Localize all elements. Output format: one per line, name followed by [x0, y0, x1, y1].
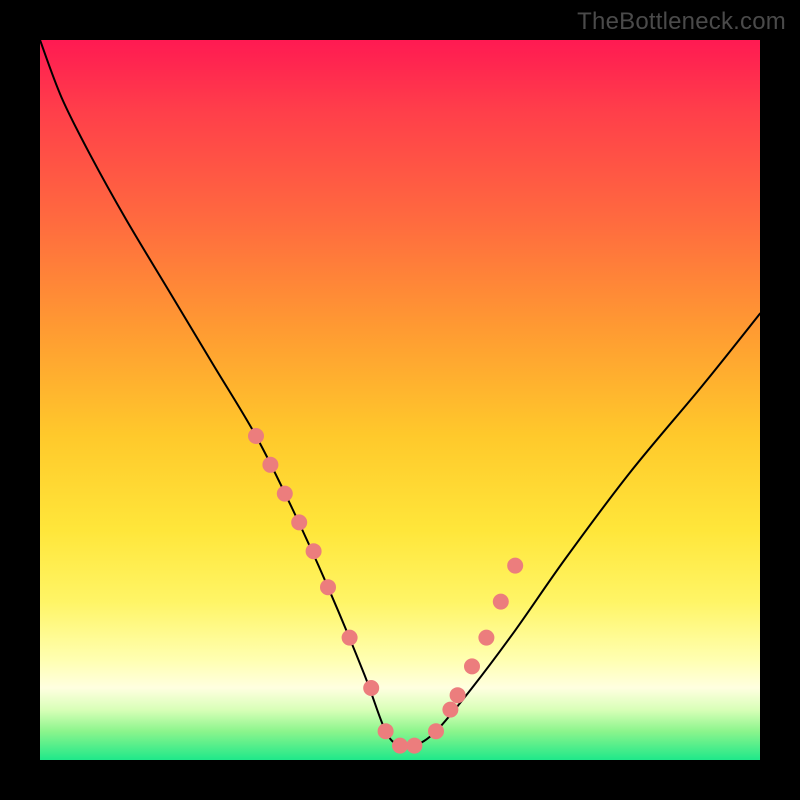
sample-dot: [248, 428, 264, 444]
sample-dot: [442, 702, 458, 718]
sample-dot: [493, 594, 509, 610]
sample-dot: [478, 630, 494, 646]
plot-area: [40, 40, 760, 760]
curve-layer: [40, 40, 760, 760]
sample-dot: [291, 514, 307, 530]
watermark-text: TheBottleneck.com: [577, 8, 786, 36]
sample-dot: [507, 558, 523, 574]
sample-dot: [277, 486, 293, 502]
sample-dot: [320, 579, 336, 595]
sample-dot: [428, 723, 444, 739]
sample-dot: [378, 723, 394, 739]
sample-dot: [450, 687, 466, 703]
sample-dot: [392, 738, 408, 754]
sample-dot: [406, 738, 422, 754]
chart-canvas: TheBottleneck.com: [0, 0, 800, 800]
sample-dots-group: [248, 428, 523, 754]
sample-dot: [342, 630, 358, 646]
sample-dot: [363, 680, 379, 696]
sample-dot: [306, 543, 322, 559]
bottleneck-curve: [40, 40, 760, 747]
sample-dot: [262, 457, 278, 473]
sample-dot: [464, 658, 480, 674]
